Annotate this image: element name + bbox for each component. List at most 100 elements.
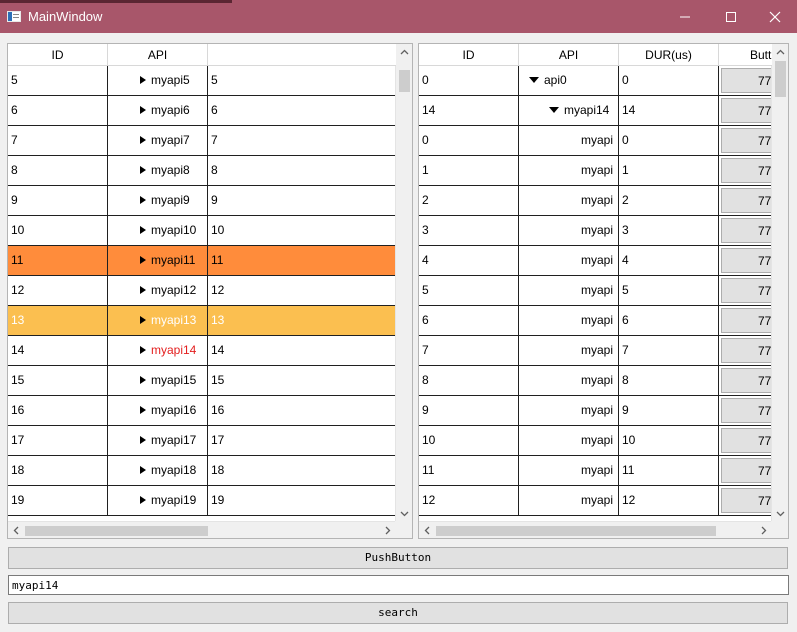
expand-arrow-icon[interactable] — [140, 225, 146, 234]
cell-api[interactable]: myapi9 — [108, 186, 208, 215]
row-button[interactable]: 77 — [721, 188, 772, 213]
push-button[interactable]: PushButton — [8, 547, 788, 569]
table-row[interactable]: 15 myapi15 15 — [8, 366, 396, 396]
row-button[interactable]: 77 — [721, 278, 772, 303]
cell-api[interactable]: myapi12 — [108, 276, 208, 305]
row-button[interactable]: 77 — [721, 398, 772, 423]
left-vertical-scrollbar[interactable] — [395, 44, 412, 522]
cell-api[interactable]: myapi14 — [108, 336, 208, 365]
row-button[interactable]: 77 — [721, 128, 772, 153]
cell-api[interactable]: myapi — [519, 156, 619, 185]
table-row[interactable]: 10 myapi10 10 — [8, 216, 396, 246]
tree-row[interactable]: 4 myapi 4 77 — [419, 246, 772, 276]
expand-arrow-icon[interactable] — [140, 285, 146, 294]
cell-api[interactable]: myapi11 — [108, 246, 208, 275]
row-button[interactable]: 77 — [721, 338, 772, 363]
expand-arrow-icon[interactable] — [140, 465, 146, 474]
tree-row[interactable]: 14 myapi14 14 77 — [419, 96, 772, 126]
right-horizontal-scrollbar[interactable] — [419, 521, 772, 538]
right-header-api[interactable]: API — [519, 44, 619, 66]
cell-api[interactable]: myapi — [519, 246, 619, 275]
expand-arrow-icon[interactable] — [140, 255, 146, 264]
cell-api[interactable]: api0 — [519, 66, 619, 95]
right-vertical-scroll-thumb[interactable] — [775, 61, 786, 97]
tree-row[interactable]: 8 myapi 8 77 — [419, 366, 772, 396]
left-header-dur[interactable] — [208, 44, 396, 66]
table-row[interactable]: 16 myapi16 16 — [8, 396, 396, 426]
left-horizontal-scrollbar[interactable] — [8, 521, 396, 538]
cell-api[interactable]: myapi5 — [108, 66, 208, 95]
scroll-down-arrow-icon[interactable] — [396, 505, 412, 522]
expand-arrow-icon[interactable] — [140, 345, 146, 354]
cell-api[interactable]: myapi — [519, 456, 619, 485]
table-row[interactable]: 12 myapi12 12 — [8, 276, 396, 306]
row-button[interactable]: 77 — [721, 368, 772, 393]
collapse-arrow-icon[interactable] — [549, 106, 559, 113]
scroll-right-arrow-icon[interactable] — [379, 522, 396, 538]
row-button[interactable]: 77 — [721, 428, 772, 453]
cell-api[interactable]: myapi19 — [108, 486, 208, 515]
cell-api[interactable]: myapi — [519, 486, 619, 515]
tree-row[interactable]: 11 myapi 11 77 — [419, 456, 772, 486]
minimize-button[interactable] — [662, 0, 708, 33]
table-row[interactable]: 19 myapi19 19 — [8, 486, 396, 516]
cell-api[interactable]: myapi16 — [108, 396, 208, 425]
row-button[interactable]: 77 — [721, 218, 772, 243]
row-button[interactable]: 77 — [721, 98, 772, 123]
left-vertical-scroll-thumb[interactable] — [399, 70, 410, 92]
right-vertical-scrollbar[interactable] — [771, 44, 788, 522]
tree-row[interactable]: 10 myapi 10 77 — [419, 426, 772, 456]
cell-api[interactable]: myapi — [519, 276, 619, 305]
scroll-right-arrow-icon[interactable] — [755, 522, 772, 538]
row-button[interactable]: 77 — [721, 248, 772, 273]
left-horizontal-scroll-thumb[interactable] — [25, 526, 208, 536]
tree-row[interactable]: 6 myapi 6 77 — [419, 306, 772, 336]
title-bar[interactable]: MainWindow — [0, 0, 797, 33]
expand-arrow-icon[interactable] — [140, 495, 146, 504]
cell-api[interactable]: myapi13 — [108, 306, 208, 335]
scroll-left-arrow-icon[interactable] — [8, 522, 25, 538]
table-row[interactable]: 17 myapi17 17 — [8, 426, 396, 456]
expand-arrow-icon[interactable] — [140, 105, 146, 114]
maximize-button[interactable] — [708, 0, 754, 33]
scroll-down-arrow-icon[interactable] — [772, 505, 788, 522]
cell-api[interactable]: myapi7 — [108, 126, 208, 155]
row-button[interactable]: 77 — [721, 458, 772, 483]
table-row[interactable]: 14 myapi14 14 — [8, 336, 396, 366]
expand-arrow-icon[interactable] — [140, 75, 146, 84]
tree-row[interactable]: 5 myapi 5 77 — [419, 276, 772, 306]
cell-api[interactable]: myapi — [519, 126, 619, 155]
cell-api[interactable]: myapi — [519, 336, 619, 365]
table-row[interactable]: 5 myapi5 5 — [8, 66, 396, 96]
expand-arrow-icon[interactable] — [140, 165, 146, 174]
row-button[interactable]: 77 — [721, 68, 772, 93]
left-header-api[interactable]: API — [108, 44, 208, 66]
expand-arrow-icon[interactable] — [140, 375, 146, 384]
expand-arrow-icon[interactable] — [140, 195, 146, 204]
cell-api[interactable]: myapi15 — [108, 366, 208, 395]
table-row[interactable]: 13 myapi13 13 — [8, 306, 396, 336]
table-row[interactable]: 9 myapi9 9 — [8, 186, 396, 216]
expand-arrow-icon[interactable] — [140, 315, 146, 324]
scroll-up-arrow-icon[interactable] — [772, 44, 788, 61]
table-row[interactable]: 18 myapi18 18 — [8, 456, 396, 486]
tree-row[interactable]: 1 myapi 1 77 — [419, 156, 772, 186]
tree-row[interactable]: 0 api0 0 77 — [419, 66, 772, 96]
expand-arrow-icon[interactable] — [140, 435, 146, 444]
cell-api[interactable]: myapi8 — [108, 156, 208, 185]
cell-api[interactable]: myapi10 — [108, 216, 208, 245]
cell-api[interactable]: myapi — [519, 426, 619, 455]
row-button[interactable]: 77 — [721, 308, 772, 333]
right-header-dur[interactable]: DUR(us) — [619, 44, 719, 66]
expand-arrow-icon[interactable] — [140, 405, 146, 414]
tree-row[interactable]: 12 myapi 12 77 — [419, 486, 772, 516]
search-button[interactable]: search — [8, 602, 788, 624]
left-table-view[interactable]: ID API 5 myapi5 5 6 myapi6 6 7 myapi7 7 8 myapi8 8 9… — [7, 43, 413, 539]
cell-api[interactable]: myapi — [519, 306, 619, 335]
table-row[interactable]: 6 myapi6 6 — [8, 96, 396, 126]
search-input[interactable] — [8, 575, 789, 595]
cell-api[interactable]: myapi — [519, 396, 619, 425]
right-tree-view[interactable]: ID API DUR(us) Butt 0 api0 0 77 14 myapi14 14 7… — [418, 43, 789, 539]
tree-row[interactable]: 7 myapi 7 77 — [419, 336, 772, 366]
cell-api[interactable]: myapi18 — [108, 456, 208, 485]
